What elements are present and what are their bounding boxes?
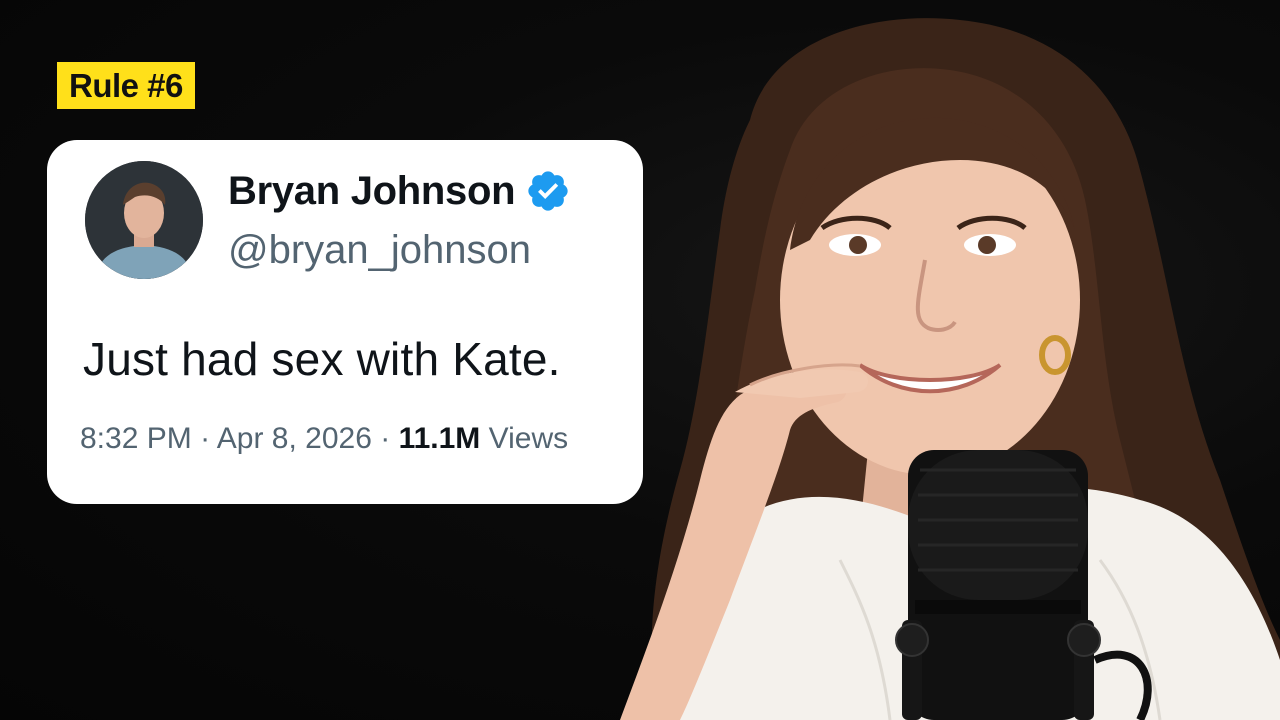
tweet-card: Bryan Johnson @bryan_johnson Just had se… bbox=[47, 140, 643, 504]
user-handle: @bryan_johnson bbox=[228, 228, 532, 272]
avatar bbox=[85, 161, 203, 279]
user-name: Bryan Johnson bbox=[228, 168, 516, 213]
meta-separator: · bbox=[200, 422, 211, 455]
verified-badge-icon bbox=[528, 171, 568, 211]
tweet-text: Just had sex with Kate. bbox=[83, 333, 561, 385]
views-label: Views bbox=[488, 422, 569, 455]
tweet-date: Apr 8, 2026 bbox=[216, 422, 372, 455]
user-name-row: Bryan Johnson bbox=[228, 168, 571, 214]
woman-with-microphone-photo bbox=[620, 18, 1280, 720]
thumbnail: Rule #6 Bryan Johnson @bryan_johnson Jus… bbox=[0, 0, 1280, 720]
tweet-time: 8:32 PM bbox=[80, 422, 192, 455]
meta-separator: · bbox=[380, 422, 391, 455]
user-avatar-icon bbox=[85, 161, 203, 279]
rule-badge: Rule #6 bbox=[57, 62, 195, 109]
tweet-meta: 8:32 PM · Apr 8, 2026 · 11.1M Views bbox=[80, 422, 568, 456]
views-count: 11.1M bbox=[398, 422, 481, 455]
